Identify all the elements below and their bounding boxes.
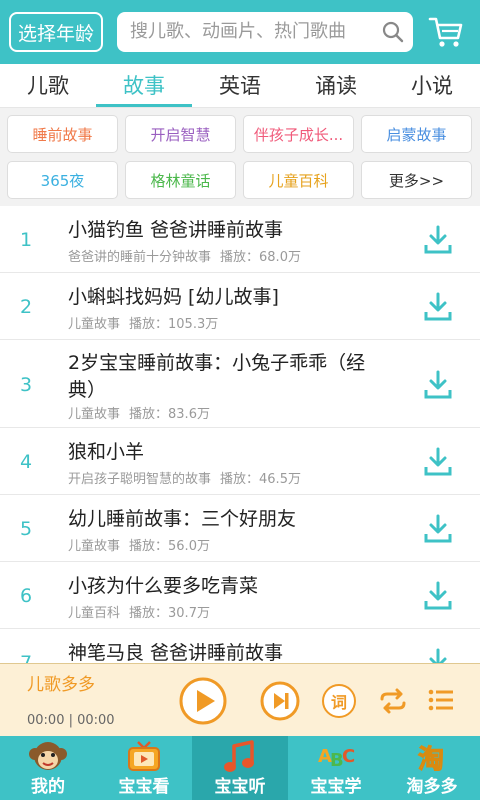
- nav-item-shop[interactable]: 淘 淘多多: [384, 736, 480, 800]
- nav-label: 宝宝看: [118, 777, 170, 797]
- item-source: 儿童故事: [68, 407, 121, 422]
- player-track-title: 儿歌多多: [27, 675, 95, 695]
- list-item[interactable]: 2 小蝌蚪找妈妈 [幼儿故事] 儿童故事 播放：105.3万: [0, 273, 480, 340]
- download-icon[interactable]: [424, 370, 452, 400]
- nav-item-watch[interactable]: 宝宝看: [96, 736, 192, 800]
- item-plays: 播放：105.3万: [129, 317, 219, 332]
- category-enlightenment[interactable]: 启蒙故事: [361, 115, 472, 153]
- item-plays: 播放：56.0万: [129, 539, 210, 554]
- lyrics-button[interactable]: 词: [322, 684, 356, 718]
- list-item[interactable]: 6 小孩为什么要多吃青菜 儿童百科 播放：30.7万: [0, 562, 480, 629]
- bottom-navigation: 我的 宝宝看 宝宝听 A B C 宝宝学 淘 淘多多: [0, 736, 480, 800]
- tab-english[interactable]: 英语: [192, 64, 288, 108]
- item-source: 爸爸讲的睡前十分钟故事: [68, 250, 212, 265]
- download-icon[interactable]: [424, 514, 452, 544]
- abc-icon: A B C: [318, 746, 355, 771]
- category-bedtime-stories[interactable]: 睡前故事: [7, 115, 118, 153]
- item-number: 2: [20, 296, 33, 318]
- item-title: 小猫钓鱼 爸爸讲睡前故事: [68, 219, 284, 241]
- list-item[interactable]: 3 2岁宝宝睡前故事：小兔子乖乖（经典） 儿童故事 播放：83.6万: [0, 340, 480, 428]
- item-meta: 儿童故事 播放：105.3万: [68, 313, 218, 332]
- nav-item-listen[interactable]: 宝宝听: [192, 736, 288, 800]
- nav-label: 宝宝听: [214, 777, 266, 797]
- category-kids-encyclopedia[interactable]: 儿童百科: [243, 161, 354, 199]
- category-growing-up[interactable]: 伴孩子成长...: [243, 115, 354, 153]
- list-item[interactable]: 5 幼儿睡前故事：三个好朋友 儿童故事 播放：56.0万: [0, 495, 480, 562]
- play-button[interactable]: [178, 676, 228, 726]
- item-plays: 播放：83.6万: [129, 407, 210, 422]
- abc-icon-c: C: [342, 746, 355, 767]
- nav-item-learn[interactable]: A B C 宝宝学: [288, 736, 384, 800]
- nav-label: 我的: [31, 777, 65, 797]
- select-age-button[interactable]: 选择年龄: [9, 12, 103, 52]
- item-title: 小蝌蚪找妈妈 [幼儿故事]: [68, 286, 279, 308]
- nav-label: 淘多多: [406, 777, 458, 797]
- download-icon[interactable]: [424, 292, 452, 322]
- search-input[interactable]: 搜儿歌、动画片、热门歌曲: [117, 12, 413, 52]
- item-source: 儿童故事: [68, 317, 121, 332]
- tab-recite[interactable]: 诵读: [288, 64, 384, 108]
- category-tabs: 儿歌 故事 英语 诵读 小说: [0, 64, 480, 108]
- player-time: 00:00 | 00:00: [27, 713, 115, 728]
- item-meta: 爸爸讲的睡前十分钟故事 播放：68.0万: [68, 246, 301, 265]
- category-grimm-tales[interactable]: 格林童话: [125, 161, 236, 199]
- item-plays: 播放：30.7万: [129, 606, 210, 621]
- active-tab-indicator: [96, 104, 192, 107]
- item-plays: 播放：46.5万: [220, 472, 301, 487]
- tab-erge[interactable]: 儿歌: [0, 64, 96, 108]
- search-icon[interactable]: [381, 20, 405, 44]
- top-bar: 选择年龄 搜儿歌、动画片、热门歌曲: [0, 0, 480, 64]
- category-more[interactable]: 更多>>: [361, 161, 472, 199]
- cart-icon[interactable]: [428, 14, 464, 50]
- list-item[interactable]: 4 狼和小羊 开启孩子聪明智慧的故事 播放：46.5万: [0, 428, 480, 495]
- item-source: 儿童百科: [68, 606, 121, 621]
- category-365-nights[interactable]: 365夜: [7, 161, 118, 199]
- item-title: 2岁宝宝睡前故事：小兔子乖乖（经典）: [68, 352, 366, 401]
- monkey-icon: [29, 742, 67, 770]
- item-plays: 播放：68.0万: [220, 250, 301, 265]
- mini-player: 儿歌多多 00:00 | 00:00 词: [0, 663, 480, 736]
- next-track-button[interactable]: [259, 680, 301, 722]
- item-meta: 儿童百科 播放：30.7万: [68, 602, 210, 621]
- item-number: 4: [20, 451, 33, 473]
- item-title: 狼和小羊: [68, 441, 145, 463]
- category-wisdom[interactable]: 开启智慧: [125, 115, 236, 153]
- tao-icon: 淘: [418, 745, 445, 776]
- download-icon[interactable]: [424, 581, 452, 611]
- item-meta: 儿童故事 播放：83.6万: [68, 403, 210, 422]
- item-number: 5: [20, 518, 33, 540]
- item-source: 儿童故事: [68, 539, 121, 554]
- item-source: 开启孩子聪明智慧的故事: [68, 472, 212, 487]
- nav-label: 宝宝学: [310, 777, 362, 797]
- download-icon[interactable]: [424, 447, 452, 477]
- item-number: 6: [20, 585, 33, 607]
- item-number: 1: [20, 229, 33, 251]
- music-note-icon: [224, 740, 254, 772]
- search-placeholder: 搜儿歌、动画片、热门歌曲: [130, 21, 346, 42]
- tv-icon: [128, 741, 160, 771]
- item-title: 幼儿睡前故事：三个好朋友: [68, 508, 297, 530]
- item-number: 3: [20, 374, 33, 396]
- tab-stories[interactable]: 故事: [96, 64, 192, 108]
- download-icon[interactable]: [424, 225, 452, 255]
- item-meta: 儿童故事 播放：56.0万: [68, 535, 210, 554]
- nav-item-mine[interactable]: 我的: [0, 736, 96, 800]
- tab-novels[interactable]: 小说: [384, 64, 480, 108]
- category-grid: 睡前故事 开启智慧 伴孩子成长... 启蒙故事 365夜 格林童话 儿童百科 更…: [0, 108, 480, 206]
- repeat-icon[interactable]: [378, 687, 408, 715]
- item-meta: 开启孩子聪明智慧的故事 播放：46.5万: [68, 468, 301, 487]
- item-title: 小孩为什么要多吃青菜: [68, 575, 259, 597]
- list-item[interactable]: 1 小猫钓鱼 爸爸讲睡前故事 爸爸讲的睡前十分钟故事 播放：68.0万: [0, 206, 480, 273]
- tao-icon-glyph: 淘: [418, 745, 444, 775]
- playlist-icon[interactable]: [428, 688, 454, 712]
